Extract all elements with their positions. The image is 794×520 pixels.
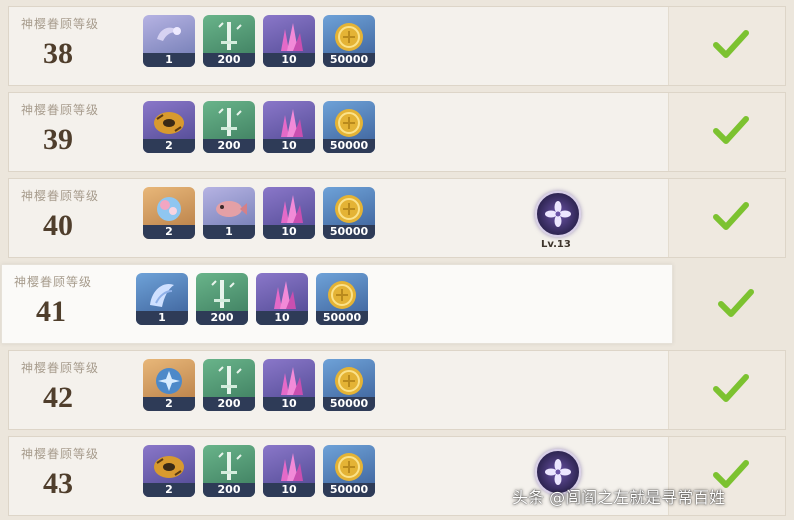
favor-level-row: 神樱眷顾等级 42 2 200 10 50000 <box>8 350 786 430</box>
tsuba-guard-icon[interactable]: 2 <box>143 101 195 153</box>
lavender-ribbon-icon[interactable]: 1 <box>143 15 195 67</box>
tsuba-guard-icon[interactable]: 2 <box>143 445 195 497</box>
item-quantity: 200 <box>203 483 255 497</box>
row-level-number: 40 <box>43 209 73 242</box>
item-quantity: 2 <box>143 225 195 239</box>
pink-crystal-icon[interactable]: 10 <box>263 359 315 411</box>
green-sword-icon[interactable]: 200 <box>203 359 255 411</box>
checkmark-icon <box>713 116 749 144</box>
favor-level-row: 神樱眷顾等级 40 2 1 10 50000 Lv.13 <box>8 178 786 258</box>
item-quantity: 200 <box>203 53 255 67</box>
watermark-text: 头条 @闾阎之左就是寻常百姓 <box>512 488 726 507</box>
mora-coin-icon[interactable]: 50000 <box>323 15 375 67</box>
item-quantity: 1 <box>143 53 195 67</box>
row-title: 神樱眷顾等级 <box>21 447 100 461</box>
pink-crystal-icon[interactable]: 10 <box>256 273 308 325</box>
mora-coin-icon[interactable]: 50000 <box>323 101 375 153</box>
favor-level-row-current: 神樱眷顾等级 41 1 200 10 50000 <box>1 264 673 344</box>
pink-crystal-icon[interactable]: 10 <box>263 15 315 67</box>
skill-level-label: Lv.13 <box>541 239 571 250</box>
item-quantity: 50000 <box>323 53 375 67</box>
item-quantity: 50000 <box>316 311 368 325</box>
item-quantity: 50000 <box>323 139 375 153</box>
item-quantity: 200 <box>196 311 248 325</box>
row-level-number: 41 <box>36 295 66 328</box>
mora-coin-icon[interactable]: 50000 <box>323 445 375 497</box>
row-level-number: 43 <box>43 467 73 500</box>
item-quantity: 2 <box>143 397 195 411</box>
pink-crystal-icon[interactable]: 10 <box>263 445 315 497</box>
row-title: 神樱眷顾等级 <box>21 17 100 31</box>
item-quantity: 10 <box>263 225 315 239</box>
checkmark-icon <box>718 289 754 317</box>
item-quantity: 200 <box>203 397 255 411</box>
item-quantity: 10 <box>263 397 315 411</box>
green-sword-icon[interactable]: 200 <box>196 273 248 325</box>
checkmark-icon <box>713 202 749 230</box>
row-title: 神樱眷顾等级 <box>21 361 100 375</box>
mora-coin-icon[interactable]: 50000 <box>316 273 368 325</box>
row-level-number: 39 <box>43 123 73 156</box>
blue-gem-icon[interactable]: 2 <box>143 359 195 411</box>
item-quantity: 50000 <box>323 225 375 239</box>
pink-crystal-icon[interactable]: 10 <box>263 187 315 239</box>
row-title: 神樱眷顾等级 <box>21 103 100 117</box>
pink-fish-icon[interactable]: 1 <box>203 187 255 239</box>
checkmark-icon <box>713 374 749 402</box>
row-title: 神樱眷顾等级 <box>14 275 93 289</box>
favor-level-row: 神樱眷顾等级 38 1 200 10 50000 <box>8 6 786 86</box>
favor-level-row: 神樱眷顾等级 39 2 200 10 50000 <box>8 92 786 172</box>
row-title: 神樱眷顾等级 <box>21 189 100 203</box>
row-level-number: 38 <box>43 37 73 70</box>
item-quantity: 2 <box>143 139 195 153</box>
item-quantity: 1 <box>136 311 188 325</box>
checkmark-icon <box>713 30 749 58</box>
green-sword-icon[interactable]: 200 <box>203 445 255 497</box>
item-quantity: 10 <box>263 53 315 67</box>
item-quantity: 50000 <box>323 483 375 497</box>
mora-coin-icon[interactable]: 50000 <box>323 187 375 239</box>
green-sword-icon[interactable]: 200 <box>203 15 255 67</box>
mora-coin-icon[interactable]: 50000 <box>323 359 375 411</box>
item-quantity: 2 <box>143 483 195 497</box>
item-quantity: 1 <box>203 225 255 239</box>
skill-flower-icon[interactable] <box>535 191 581 237</box>
item-quantity: 50000 <box>323 397 375 411</box>
item-quantity: 200 <box>203 139 255 153</box>
green-sword-icon[interactable]: 200 <box>203 101 255 153</box>
row-level-number: 42 <box>43 381 73 414</box>
bloom-orb-icon[interactable]: 2 <box>143 187 195 239</box>
pink-crystal-icon[interactable]: 10 <box>263 101 315 153</box>
blue-wing-icon[interactable]: 1 <box>136 273 188 325</box>
item-quantity: 10 <box>263 139 315 153</box>
item-quantity: 10 <box>256 311 308 325</box>
item-quantity: 10 <box>263 483 315 497</box>
